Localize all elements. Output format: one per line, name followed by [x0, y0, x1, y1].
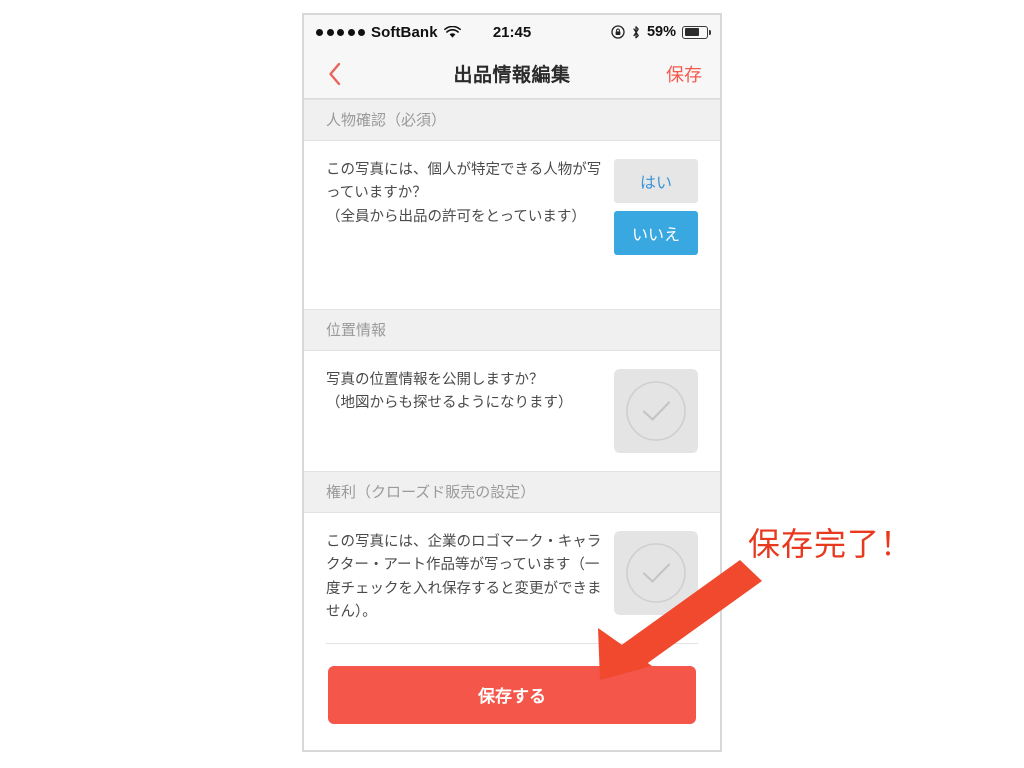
row-person-confirmation: この写真には、個人が特定できる人物が写っていますか？ （全員から出品の許可をとっ…	[304, 141, 720, 309]
person-confirmation-controls: はい いいえ	[614, 159, 698, 255]
form-content: 人物確認（必須） この写真には、個人が特定できる人物が写っていますか？ （全員か…	[304, 99, 720, 750]
nav-save-button[interactable]: 保存	[666, 61, 702, 87]
wifi-icon	[443, 25, 461, 39]
rights-check-toggle[interactable]	[614, 531, 698, 615]
battery-fill	[684, 28, 699, 36]
annotation-label: 保存完了！	[748, 526, 914, 562]
section-header-person-confirmation: 人物確認（必須）	[304, 99, 720, 141]
footer-save-area: 保存する	[304, 644, 720, 724]
carrier-name: SoftBank	[371, 23, 438, 41]
screenshot-canvas: SoftBank 21:45 59% 出品情報編集 保存 人物確認（必須） この…	[0, 0, 1024, 768]
location-check-toggle[interactable]	[614, 369, 698, 453]
status-bar-right: 59%	[611, 24, 711, 40]
rotation-lock-icon	[611, 25, 625, 39]
chevron-left-icon[interactable]	[322, 61, 348, 87]
status-bar-left: SoftBank	[316, 24, 461, 41]
location-question: 写真の位置情報を公開しますか？ （地図からも探せるようになります）	[326, 372, 573, 412]
choice-button-yes[interactable]: はい	[614, 159, 698, 203]
rights-controls	[614, 531, 698, 615]
phone-frame: SoftBank 21:45 59% 出品情報編集 保存 人物確認（必須） この…	[302, 13, 722, 752]
battery-percent-label: 59%	[646, 24, 676, 40]
check-circle-icon	[625, 542, 687, 604]
rights-question: この写真には、企業のロゴマーク・キャラクター・アート作品等が写っています（一度チ…	[326, 534, 602, 621]
signal-strength-dots	[316, 28, 365, 36]
choice-button-no[interactable]: いいえ	[614, 211, 698, 255]
status-bar: SoftBank 21:45 59%	[304, 15, 720, 49]
navigation-bar: 出品情報編集 保存	[304, 49, 720, 99]
battery-icon	[682, 25, 711, 39]
check-circle-icon	[625, 380, 687, 442]
person-confirmation-question: この写真には、個人が特定できる人物が写っていますか？ （全員から出品の許可をとっ…	[326, 162, 602, 225]
section-header-location: 位置情報	[304, 309, 720, 351]
row-location: 写真の位置情報を公開しますか？ （地図からも探せるようになります）	[304, 351, 720, 471]
section-header-rights: 権利（クローズド販売の設定）	[304, 471, 720, 513]
bluetooth-icon	[631, 25, 641, 40]
page-title: 出品情報編集	[453, 65, 571, 86]
row-rights: この写真には、企業のロゴマーク・キャラクター・アート作品等が写っています（一度チ…	[304, 513, 720, 643]
save-button[interactable]: 保存する	[328, 665, 696, 724]
location-controls	[614, 369, 698, 453]
